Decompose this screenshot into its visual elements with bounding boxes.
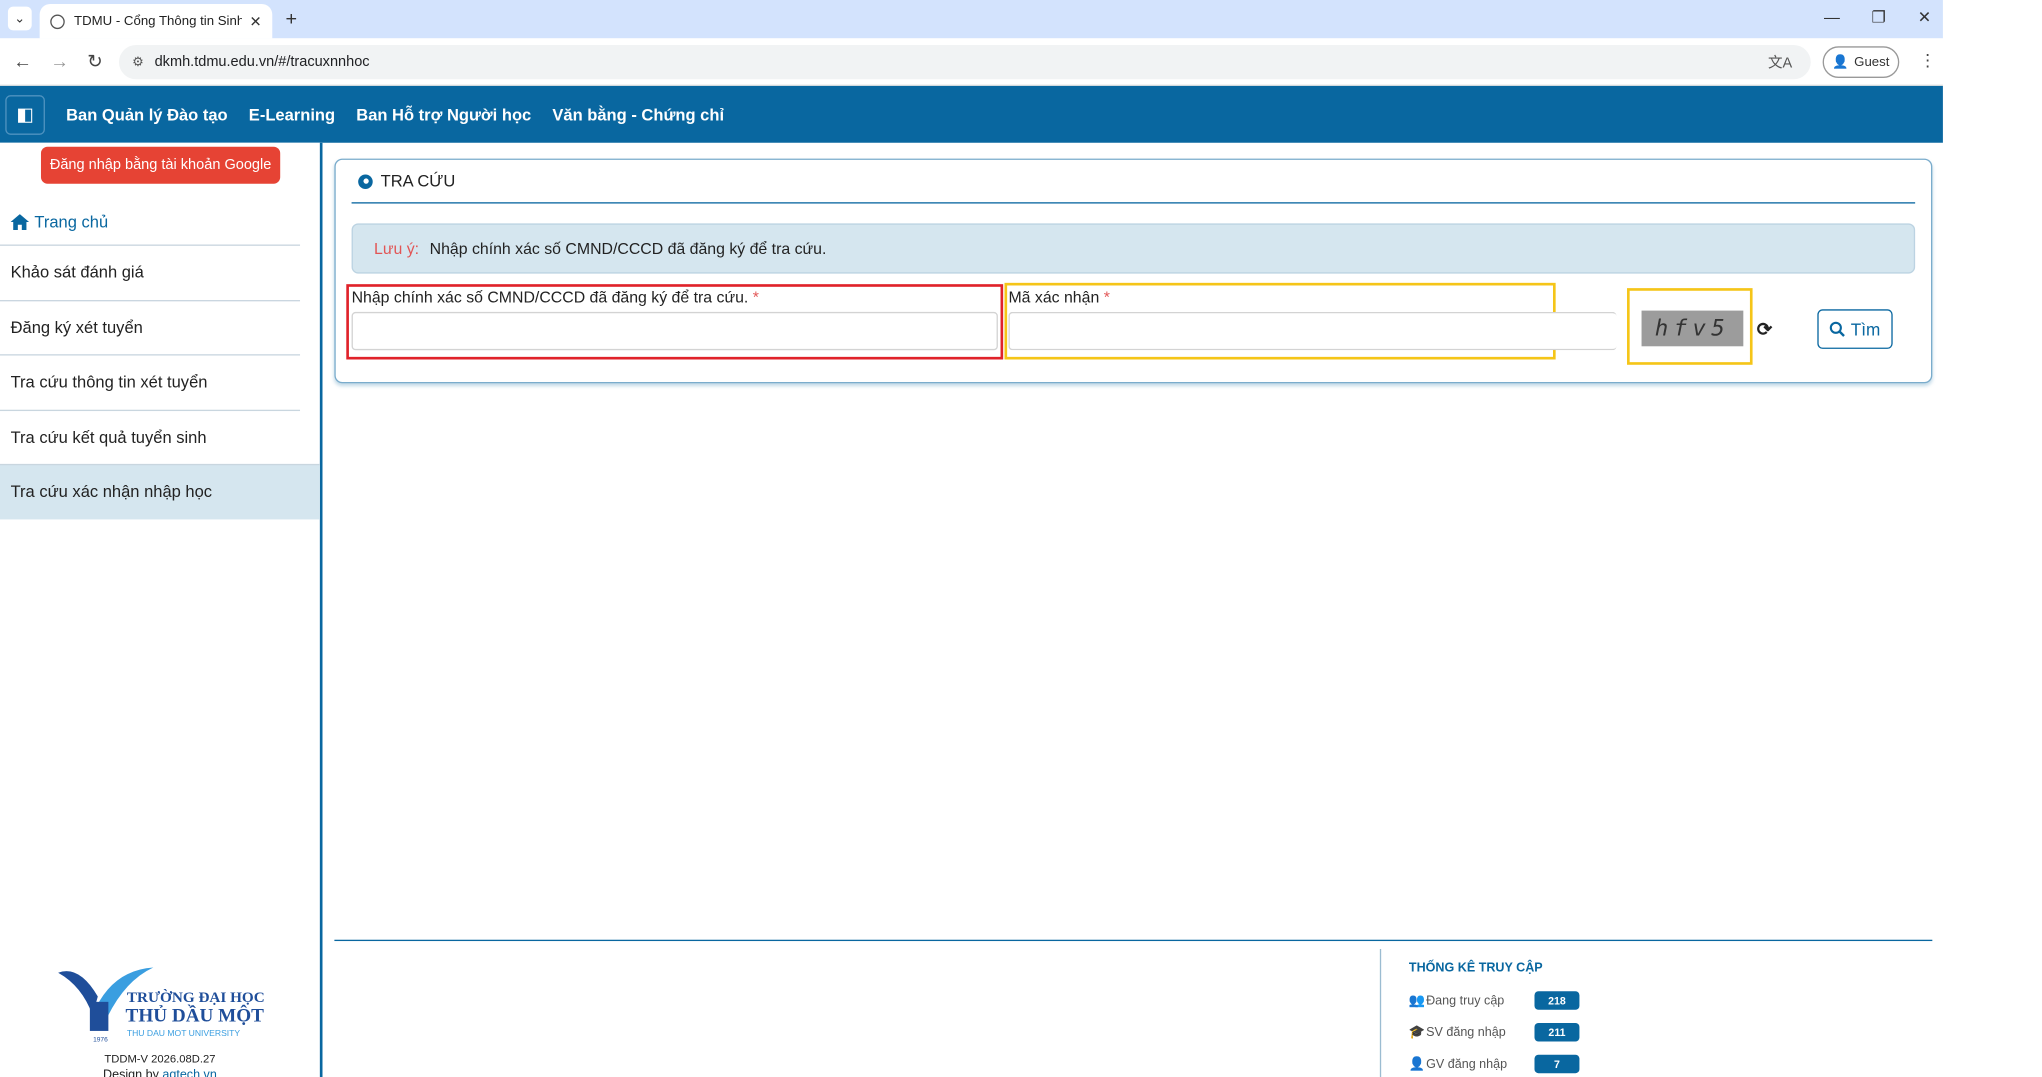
sidebar-item-tra-cuu-xac-nhan[interactable]: Tra cứu xác nhận nhập học — [0, 463, 320, 519]
stat-row-teachers: 👤 GV đăng nhập 7 — [1408, 1054, 1580, 1074]
captcha-image: hfv5 — [1641, 310, 1744, 347]
reload-icon[interactable]: ↻ — [87, 50, 103, 72]
stat-row-online: 👥 Đang truy cập 218 — [1408, 991, 1580, 1010]
sidebar-item-home[interactable]: Trang chủ — [10, 212, 109, 232]
search-icon — [1830, 321, 1846, 337]
lookup-card: TRA CỨU Lưu ý: Nhập chính xác số CMND/CC… — [334, 158, 1933, 384]
new-tab-button[interactable]: + — [285, 8, 297, 30]
card-divider — [351, 202, 1916, 204]
notice-label: Lưu ý: — [374, 239, 420, 258]
browser-menu-icon[interactable]: ⋮ — [1919, 50, 1936, 71]
forward-icon[interactable]: → — [50, 50, 69, 71]
footer-vertical-divider — [1379, 948, 1382, 1077]
profile-button[interactable]: 👤 Guest — [1822, 46, 1900, 78]
sidebar-item-khao-sat[interactable]: Khảo sát đánh giá — [0, 244, 301, 300]
users-icon: 👥 — [1408, 993, 1426, 1008]
card-title: TRA CỨU — [380, 171, 456, 191]
stat-badge: 211 — [1534, 1022, 1580, 1042]
stat-badge: 218 — [1534, 991, 1580, 1010]
google-login-button[interactable]: Đăng nhập bằng tài khoản Google — [40, 146, 281, 184]
captcha-label: Mã xác nhận * — [1008, 288, 1109, 307]
home-icon — [10, 214, 30, 230]
person-icon: 👤 — [1832, 54, 1849, 70]
version-text: TDDM-V 2026.08D.27 — [104, 1052, 216, 1066]
sidebar-item-tra-cuu-ket-qua[interactable]: Tra cứu kết quả tuyển sinh — [0, 409, 301, 464]
globe-icon — [50, 13, 65, 29]
design-prefix: Design by — [103, 1067, 159, 1077]
window-close-icon[interactable]: ✕ — [1918, 8, 1931, 27]
logo-line2: THỦ DẦU MỘT — [126, 1005, 265, 1027]
logo-line1: TRƯỜNG ĐẠI HỌC — [127, 989, 265, 1006]
tab-search-button[interactable]: ⌄ — [7, 6, 32, 31]
id-number-input[interactable] — [351, 311, 998, 351]
card-header: TRA CỨU — [358, 171, 456, 191]
logo-year: 1976 — [93, 1036, 108, 1043]
nav-item-ban-quan-ly[interactable]: Ban Quản lý Đào tạo — [66, 105, 228, 124]
sidebar-item-dang-ky-xet-tuyen[interactable]: Đăng ký xét tuyển — [0, 299, 301, 354]
sidebar-menu: Khảo sát đánh giá Đăng ký xét tuyển Tra … — [0, 244, 320, 519]
minimize-icon[interactable]: — — [1824, 8, 1840, 27]
browser-tab-bar: ⌄ TDMU - Cổng Thông tin Sinh v ✕ + — ❐ ✕ — [0, 0, 1943, 39]
search-button[interactable]: Tìm — [1817, 309, 1893, 349]
browser-tab[interactable]: TDMU - Cổng Thông tin Sinh v ✕ — [39, 3, 273, 39]
stat-row-students: 🎓 SV đăng nhập 211 — [1408, 1022, 1580, 1042]
teacher-icon: 👤 — [1408, 1056, 1426, 1072]
site-info-icon[interactable]: ⚙ — [132, 55, 144, 70]
nav-item-ban-ho-tro[interactable]: Ban Hỗ trợ Người học — [356, 105, 531, 124]
stat-label: GV đăng nhập — [1426, 1056, 1508, 1072]
translate-icon[interactable]: 文A — [1768, 52, 1792, 73]
tab-title: TDMU - Cổng Thông tin Sinh v — [74, 13, 242, 29]
student-icon: 🎓 — [1408, 1024, 1426, 1040]
footer-divider — [334, 939, 1933, 942]
notice-text: Nhập chính xác số CMND/CCCD đã đăng ký đ… — [429, 239, 827, 258]
captcha-label-text: Mã xác nhận — [1008, 288, 1100, 307]
profile-label: Guest — [1854, 54, 1890, 70]
sidebar: Đăng nhập bằng tài khoản Google Trang ch… — [0, 142, 323, 1077]
stat-badge: 7 — [1534, 1054, 1580, 1074]
nav-item-elearning[interactable]: E-Learning — [249, 105, 335, 124]
address-bar: ← → ↻ ⚙ dkmh.tdmu.edu.vn/#/tracuxnnhoc 文… — [0, 38, 1943, 86]
required-mark: * — [752, 288, 759, 307]
notice-box: Lưu ý: Nhập chính xác số CMND/CCCD đã đă… — [351, 223, 1916, 274]
design-credit: Design by aqtech.vn — [0, 1068, 320, 1077]
logo-line3: THU DAU MOT UNIVERSITY — [127, 1028, 241, 1038]
nav-item-van-bang[interactable]: Văn bằng - Chứng chỉ — [552, 105, 724, 124]
gear-icon — [358, 173, 373, 189]
university-logo: 1976 TRƯỜNG ĐẠI HỌC THỦ DẦU MỘT THU DAU … — [53, 962, 278, 1049]
refresh-icon[interactable]: ⟳ — [1751, 315, 1777, 344]
stats-title: THỐNG KÊ TRUY CẬP — [1408, 960, 1543, 976]
sidebar-toggle-icon[interactable]: ◧ — [5, 94, 45, 135]
sidebar-item-tra-cuu-thong-tin[interactable]: Tra cứu thông tin xét tuyển — [0, 354, 301, 409]
stat-label: SV đăng nhập — [1426, 1024, 1506, 1040]
url-field[interactable]: ⚙ dkmh.tdmu.edu.vn/#/tracuxnnhoc 文A — [118, 44, 1811, 80]
search-button-label: Tìm — [1850, 319, 1881, 340]
sidebar-home-label: Trang chủ — [34, 212, 109, 232]
site-navbar: ◧ Ban Quản lý Đào tạo E-Learning Ban Hỗ … — [0, 85, 1943, 143]
restore-icon[interactable]: ❐ — [1872, 8, 1886, 27]
id-number-label: Nhập chính xác số CMND/CCCD đã đăng ký đ… — [352, 288, 759, 307]
design-link[interactable]: aqtech.vn — [162, 1068, 216, 1077]
url-text: dkmh.tdmu.edu.vn/#/tracuxnnhoc — [154, 54, 370, 71]
id-number-label-text: Nhập chính xác số CMND/CCCD đã đăng ký đ… — [351, 288, 749, 307]
stat-label: Đang truy cập — [1426, 993, 1505, 1008]
captcha-input[interactable] — [1008, 311, 1617, 351]
back-icon[interactable]: ← — [13, 50, 32, 71]
required-mark: * — [1103, 288, 1110, 307]
close-icon[interactable]: ✕ — [250, 13, 262, 30]
